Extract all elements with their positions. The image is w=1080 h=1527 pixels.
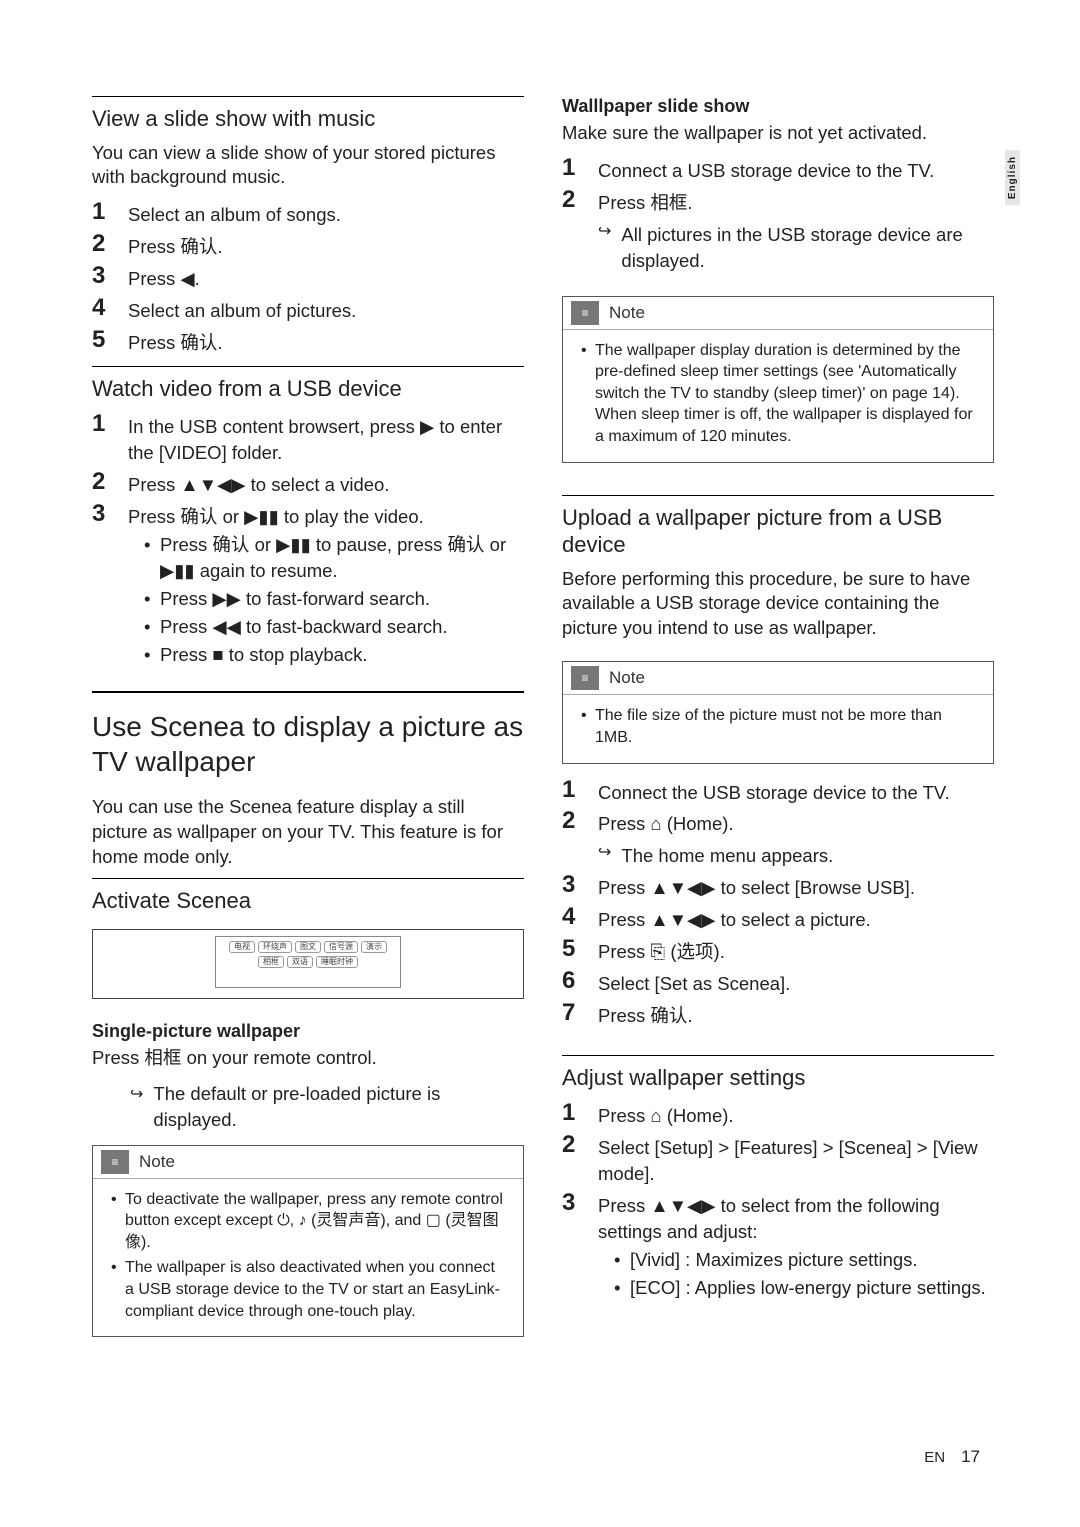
remote-illustration: 电视 环绕声 图文 信号源 演示 相框 双语 睡眠时钟 bbox=[92, 929, 524, 999]
list-item: Press ▶▶ to fast-forward search. bbox=[144, 586, 524, 612]
note-item: The wallpaper display duration is determ… bbox=[581, 340, 975, 448]
intro-scenea: You can use the Scenea feature display a… bbox=[92, 795, 524, 870]
heading-single-picture: Single-picture wallpaper bbox=[92, 1021, 524, 1042]
result-arrow-icon: ↪ bbox=[130, 1081, 143, 1104]
footer: EN 17 bbox=[924, 1447, 980, 1467]
heading-usb-video: Watch video from a USB device bbox=[92, 375, 524, 403]
list-item: [Vivid] : Maximizes picture settings. bbox=[614, 1247, 994, 1273]
heading-activate-scenea: Activate Scenea bbox=[92, 887, 524, 915]
footer-lang: EN bbox=[924, 1449, 945, 1466]
note-label: Note bbox=[609, 303, 645, 323]
heading-adjust-wallpaper: Adjust wallpaper settings bbox=[562, 1064, 994, 1092]
remote-keys: 电视 环绕声 图文 信号源 演示 相框 双语 睡眠时钟 bbox=[215, 936, 401, 988]
note-label: Note bbox=[609, 668, 645, 688]
result-arrow-icon: ↪ bbox=[598, 218, 611, 243]
right-column: Walllpaper slide show Make sure the wall… bbox=[562, 96, 994, 1467]
list-item: Press ◀◀ to fast-backward search. bbox=[144, 614, 524, 640]
page-number: 17 bbox=[961, 1447, 980, 1467]
note-item: The file size of the picture must not be… bbox=[581, 705, 975, 748]
note-item: To deactivate the wallpaper, press any r… bbox=[111, 1189, 505, 1254]
language-tab: English bbox=[1005, 150, 1020, 205]
note-label: Note bbox=[139, 1152, 175, 1172]
result-wallpaper-slideshow: All pictures in the USB storage device a… bbox=[621, 218, 994, 274]
list-item: Press 确认 or ▶▮▮ to pause, press 确认 or ▶▮… bbox=[144, 532, 524, 584]
note-box: ≡ Note To deactivate the wallpaper, pres… bbox=[92, 1145, 524, 1338]
result-arrow-icon: ↪ bbox=[598, 839, 611, 864]
steps-adjust-wallpaper: 1Press ⌂ (Home). 2Select [Setup] > [Feat… bbox=[562, 1099, 994, 1304]
steps-upload-wallpaper: 1Connect the USB storage device to the T… bbox=[562, 776, 994, 1031]
page: English View a slide show with music You… bbox=[0, 0, 1080, 1527]
left-column: View a slide show with music You can vie… bbox=[92, 96, 524, 1467]
note-item: The wallpaper is also deactivated when y… bbox=[111, 1257, 505, 1322]
heading-slideshow-music: View a slide show with music bbox=[92, 105, 524, 133]
intro-upload-wallpaper: Before performing this procedure, be sur… bbox=[562, 567, 994, 642]
note-icon: ≡ bbox=[571, 301, 599, 325]
heading-upload-wallpaper: Upload a wallpaper picture from a USB de… bbox=[562, 504, 994, 559]
result-single-picture: The default or pre-loaded picture is dis… bbox=[153, 1081, 524, 1133]
list-item: [ECO] : Applies low-energy picture setti… bbox=[614, 1275, 994, 1301]
body-single-picture: Press 相框 on your remote control. bbox=[92, 1046, 524, 1071]
steps-usb-video: 1In the USB content browsert, press ▶ to… bbox=[92, 410, 524, 671]
note-box: ≡ Note The file size of the picture must… bbox=[562, 661, 994, 763]
note-icon: ≡ bbox=[101, 1150, 129, 1174]
steps-slideshow-music: 1Select an album of songs. 2Press 确认. 3P… bbox=[92, 198, 524, 357]
heading-scenea: Use Scenea to display a picture as TV wa… bbox=[92, 709, 524, 779]
list-item: Press ■ to stop playback. bbox=[144, 642, 524, 668]
steps-wallpaper-slideshow: 1Connect a USB storage device to the TV.… bbox=[562, 154, 994, 276]
heading-wallpaper-slideshow: Walllpaper slide show bbox=[562, 96, 994, 117]
result-home-menu: The home menu appears. bbox=[621, 839, 994, 869]
intro-wallpaper-slideshow: Make sure the wallpaper is not yet activ… bbox=[562, 121, 994, 146]
intro-slideshow-music: You can view a slide show of your stored… bbox=[92, 141, 524, 191]
note-box: ≡ Note The wallpaper display duration is… bbox=[562, 296, 994, 463]
note-icon: ≡ bbox=[571, 666, 599, 690]
